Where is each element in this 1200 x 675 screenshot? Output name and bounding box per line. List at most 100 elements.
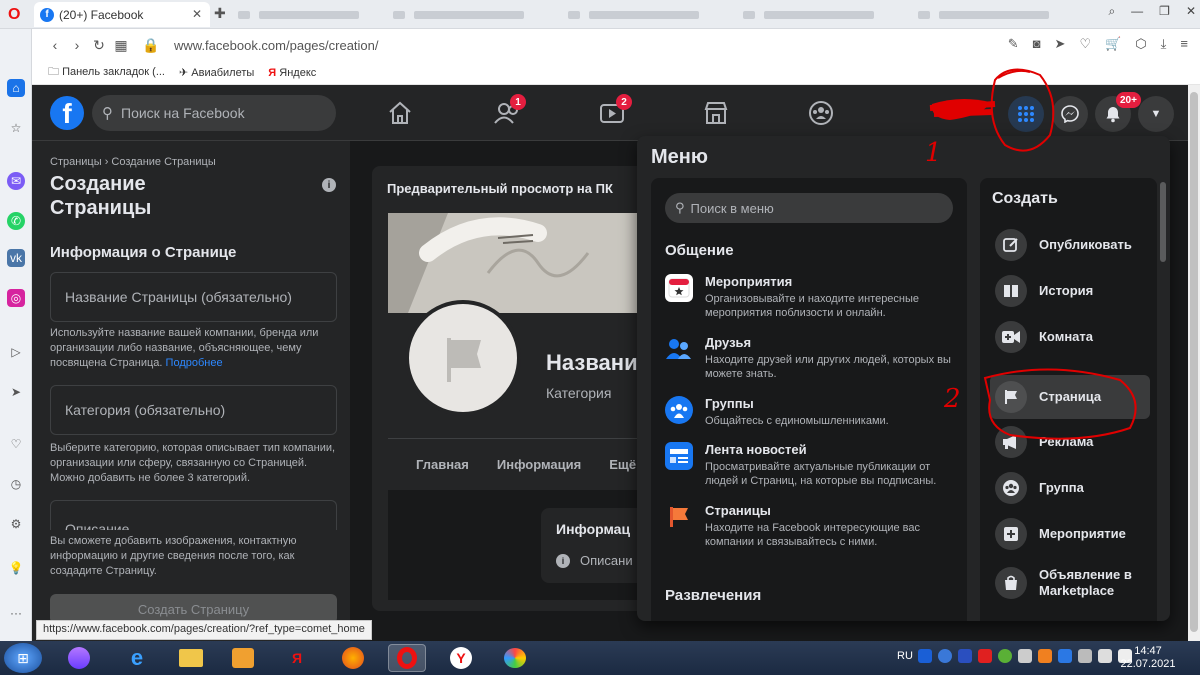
tab-background-2[interactable] bbox=[387, 2, 557, 27]
opera-logo-icon[interactable]: O bbox=[8, 6, 20, 24]
bulb-icon[interactable]: 💡 bbox=[7, 559, 25, 577]
taskbar-media-icon[interactable] bbox=[224, 644, 262, 672]
player-icon[interactable]: ▷ bbox=[7, 343, 25, 361]
taskbar-yandex-icon[interactable]: Я bbox=[278, 644, 316, 672]
close-tab-icon[interactable]: ✕ bbox=[192, 7, 202, 21]
taskbar-paint-icon[interactable] bbox=[496, 644, 534, 672]
vk-icon[interactable]: vk bbox=[7, 249, 25, 267]
network-icon[interactable] bbox=[1098, 649, 1112, 663]
maximize-icon[interactable]: ❐ bbox=[1159, 4, 1170, 19]
heart-icon[interactable]: ♡ bbox=[1079, 36, 1091, 52]
menu-item-events[interactable]: Мероприятия Организовывайте и находите ин… bbox=[665, 274, 955, 320]
menu-grid-button[interactable] bbox=[1008, 96, 1044, 132]
messenger-button[interactable] bbox=[1052, 96, 1088, 132]
history-icon[interactable]: ◷ bbox=[7, 475, 25, 493]
facebook-search-input[interactable]: ⚲ Поиск на Facebook bbox=[92, 95, 336, 131]
tray-app-icon[interactable] bbox=[918, 649, 932, 663]
menu-icon[interactable]: ≡ bbox=[1180, 36, 1188, 52]
tray-update-icon[interactable] bbox=[958, 649, 972, 663]
settings-icon[interactable]: ⚙ bbox=[7, 515, 25, 533]
instagram-icon[interactable]: ◎ bbox=[7, 289, 25, 307]
minimize-icon[interactable]: — bbox=[1131, 4, 1143, 19]
bookmark-folder[interactable]: 🗀 Панель закладок (... bbox=[48, 63, 165, 82]
account-button[interactable]: ▼ bbox=[1138, 96, 1174, 132]
create-group-item[interactable]: Группа bbox=[990, 466, 1150, 510]
tab-facebook[interactable]: f (20+) Facebook bbox=[34, 2, 210, 27]
bookmark-yandex[interactable]: Я Яндекс bbox=[268, 67, 316, 79]
flag-avatar-icon bbox=[447, 338, 481, 382]
taskbar-explorer-icon[interactable] bbox=[172, 644, 210, 672]
send-icon[interactable]: ➤ bbox=[1055, 36, 1066, 52]
url-text[interactable]: www.facebook.com/pages/creation/ bbox=[174, 38, 379, 53]
menu-item-friends[interactable]: Друзья Находите друзей или других людей, … bbox=[665, 335, 955, 381]
taskbar-ie-icon[interactable]: e bbox=[118, 644, 156, 672]
menu-item-groups[interactable]: Группы Общайтесь с единомышленниками. bbox=[665, 396, 955, 428]
forward-icon[interactable]: › bbox=[66, 37, 88, 53]
menu-search-input[interactable]: ⚲ Поиск в меню bbox=[665, 193, 953, 223]
tray-antivirus-icon[interactable] bbox=[978, 649, 992, 663]
home-icon[interactable]: ⌂ bbox=[7, 79, 25, 97]
create-page-item[interactable]: Страница bbox=[990, 375, 1150, 419]
star-icon[interactable]: ☆ bbox=[7, 119, 25, 137]
groups-nav-icon[interactable] bbox=[806, 98, 836, 128]
page-scrollbar-thumb[interactable] bbox=[1190, 92, 1198, 632]
tray-sync-icon[interactable] bbox=[998, 649, 1012, 663]
event-plus-icon bbox=[995, 518, 1027, 550]
taskbar-alice-icon[interactable] bbox=[60, 644, 98, 672]
taskbar-firefox-icon[interactable] bbox=[334, 644, 372, 672]
tab-background-3[interactable] bbox=[562, 2, 732, 27]
home-nav-icon[interactable] bbox=[385, 98, 415, 128]
annotation-step-2: 2 bbox=[944, 384, 961, 414]
shopping-bag-icon bbox=[995, 567, 1027, 599]
create-marketplace-item[interactable]: Объявление в Marketplace bbox=[990, 558, 1150, 608]
taskbar-opera-icon[interactable] bbox=[388, 644, 426, 672]
tray-folder-icon[interactable] bbox=[1038, 649, 1052, 663]
search-tabs-icon[interactable]: ⌕ bbox=[1108, 4, 1115, 19]
start-button[interactable]: ⊞ bbox=[4, 643, 42, 673]
taskbar-yandex-browser-icon[interactable]: Y bbox=[442, 644, 480, 672]
taskbar-clock[interactable]: 14:47 22.07.2021 bbox=[1118, 645, 1178, 671]
tab-background-1[interactable] bbox=[232, 2, 382, 27]
cube-icon[interactable]: ⬡ bbox=[1135, 36, 1146, 52]
tab-background-4[interactable] bbox=[737, 2, 907, 27]
tray-help-icon[interactable] bbox=[938, 649, 952, 663]
facebook-logo-icon[interactable]: f bbox=[50, 96, 84, 130]
heart-sidebar-icon[interactable]: ♡ bbox=[7, 435, 25, 453]
speed-dial-icon[interactable]: ▦ bbox=[110, 37, 132, 54]
back-icon[interactable]: ‹ bbox=[44, 37, 66, 53]
page-name-input[interactable]: Название Страницы (обязательно) bbox=[50, 272, 337, 322]
tray-display-icon[interactable] bbox=[1018, 649, 1032, 663]
menu-scrollbar[interactable] bbox=[1160, 182, 1166, 262]
marketplace-nav-icon[interactable] bbox=[701, 98, 731, 128]
create-ad-item[interactable]: Реклама bbox=[990, 420, 1150, 464]
more-icon[interactable]: ··· bbox=[7, 604, 25, 622]
category-input[interactable]: Категория (обязательно) bbox=[50, 385, 337, 435]
menu-item-pages[interactable]: Страницы Находите на Facebook интересующи… bbox=[665, 503, 955, 549]
send-sidebar-icon[interactable]: ➤ bbox=[7, 383, 25, 401]
info-icon[interactable]: i bbox=[322, 178, 336, 192]
close-window-icon[interactable]: ✕ bbox=[1186, 4, 1196, 19]
reload-icon[interactable]: ↻ bbox=[88, 37, 110, 54]
menu-item-newsfeed[interactable]: Лента новостей Просматривайте актуальные … bbox=[665, 442, 955, 488]
whatsapp-icon[interactable]: ✆ bbox=[7, 212, 25, 230]
breadcrumb[interactable]: Страницы › Создание Страницы bbox=[50, 156, 216, 168]
cart-icon[interactable]: 🛒 bbox=[1105, 36, 1121, 52]
bookmark-flights[interactable]: ✈ Авиабилеты bbox=[179, 66, 254, 79]
create-room-item[interactable]: Комната bbox=[990, 315, 1150, 359]
new-tab-icon[interactable]: ✚ bbox=[214, 5, 226, 22]
bluetooth-icon[interactable] bbox=[1058, 649, 1072, 663]
menu-item-title: Мероприятия bbox=[705, 274, 793, 289]
camera-icon[interactable]: ◙ bbox=[1033, 36, 1041, 52]
tray-language[interactable]: RU bbox=[897, 650, 913, 662]
create-story-item[interactable]: История bbox=[990, 269, 1150, 313]
create-event-item[interactable]: Мероприятие bbox=[990, 512, 1150, 556]
menu-item-desc: Организовывайте и находите интересные ме… bbox=[705, 293, 920, 319]
messenger-icon[interactable]: ✉ bbox=[7, 172, 25, 190]
learn-more-link[interactable]: Подробнее bbox=[166, 357, 223, 369]
battery-icon[interactable] bbox=[1078, 649, 1092, 663]
edit-icon[interactable]: ✎ bbox=[1008, 36, 1019, 52]
download-icon[interactable]: ⤓ bbox=[1161, 36, 1167, 52]
tab-background-5[interactable] bbox=[912, 2, 1082, 27]
create-post-item[interactable]: Опубликовать bbox=[990, 223, 1150, 267]
description-input[interactable]: Описание bbox=[50, 500, 337, 530]
